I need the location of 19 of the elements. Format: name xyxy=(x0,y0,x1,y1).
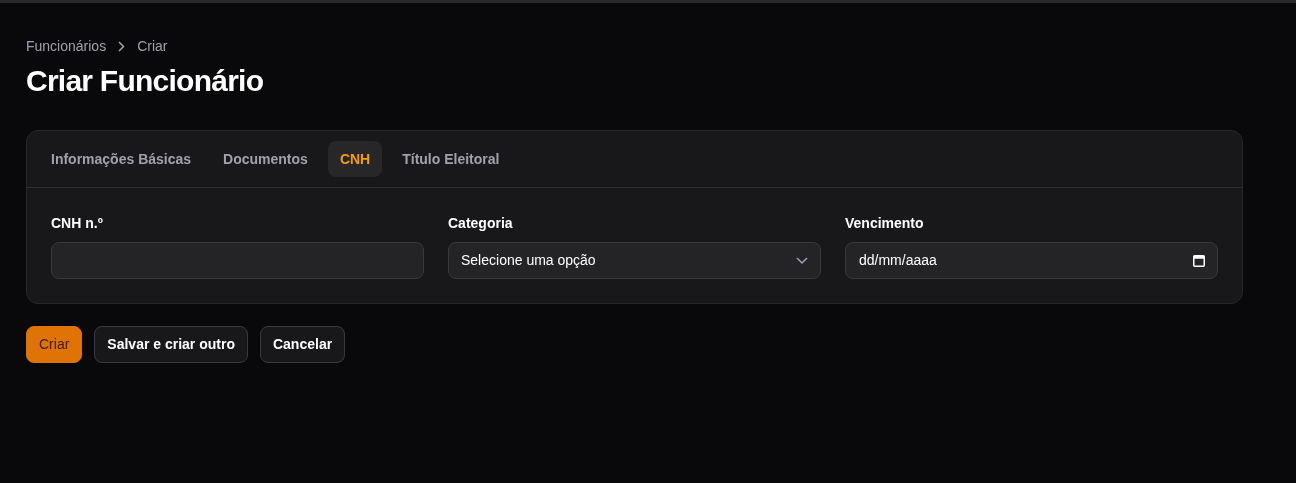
action-button[interactable]: Salvar e criar outro xyxy=(94,326,248,363)
chevron-down-icon xyxy=(796,256,808,265)
action-button[interactable]: Criar xyxy=(26,326,83,363)
tab[interactable]: Documentos xyxy=(211,141,320,177)
chevron-right-icon xyxy=(118,41,126,52)
action-button[interactable]: Cancelar xyxy=(259,326,346,363)
page-title: Criar Funcionário xyxy=(26,63,265,99)
tab[interactable]: Título Eleitoral xyxy=(390,141,512,177)
field-label: Vencimento xyxy=(845,214,925,233)
select-field[interactable]: Selecione uma opção xyxy=(448,242,821,279)
field-label: CNH n.º xyxy=(51,214,104,233)
breadcrumb-link[interactable]: Criar xyxy=(137,36,168,57)
breadcrumb-link[interactable]: Funcionários xyxy=(26,36,107,57)
date-field[interactable]: dd/mm/aaaa xyxy=(845,242,1218,279)
tab[interactable]: Informações Básicas xyxy=(39,141,204,177)
tab[interactable]: CNH xyxy=(327,141,383,177)
input-field[interactable] xyxy=(51,242,424,279)
field-label: Categoria xyxy=(448,214,514,233)
calendar-icon xyxy=(1193,254,1205,267)
